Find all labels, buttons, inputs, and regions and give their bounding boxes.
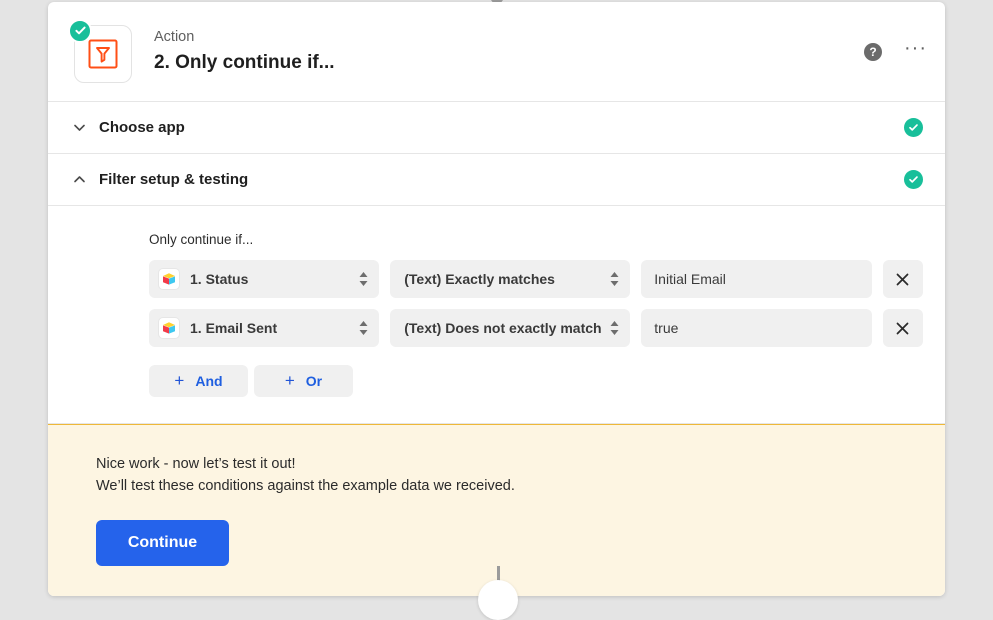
- condition-operator-label: (Text) Exactly matches: [404, 271, 555, 287]
- add-or-condition-button[interactable]: + Or: [254, 365, 353, 397]
- operator-stepper-icon: [609, 318, 620, 338]
- check-circle-icon: [68, 18, 92, 43]
- chevron-up-icon: [72, 172, 94, 187]
- section-header-filter-setup-testing[interactable]: Filter setup & testing: [48, 154, 945, 206]
- only-continue-label: Only continue if...: [149, 232, 254, 247]
- connector-bottom: [0, 566, 993, 620]
- plus-icon: +: [174, 371, 185, 390]
- section-header-choose-app[interactable]: Choose app: [48, 102, 945, 154]
- notice-line-secondary: We’ll test these conditions against the …: [96, 478, 515, 495]
- condition-remove-button[interactable]: [882, 260, 923, 298]
- step-header-texts: Action 2. Only continue if...: [154, 27, 335, 75]
- add-condition-buttons: + And + Or: [149, 365, 923, 397]
- field-stepper-icon: [358, 269, 369, 289]
- filter-condition-row: 1. Status (Text) Exactly matches: [149, 260, 923, 298]
- section-label-filter-setup-testing: Filter setup & testing: [99, 171, 249, 188]
- condition-value-input[interactable]: [641, 260, 872, 298]
- add-and-label: And: [195, 373, 223, 389]
- section-status-check-icon-filter-setup: [904, 170, 923, 189]
- field-stepper-icon: [358, 318, 369, 338]
- operator-stepper-icon: [609, 269, 620, 289]
- condition-field-label: 1. Email Sent: [190, 320, 278, 336]
- notice-line-primary: Nice work - now let’s test it out!: [96, 456, 296, 472]
- condition-operator-label: (Text) Does not exactly match: [404, 320, 602, 336]
- step-kicker: Action: [154, 29, 195, 46]
- next-step-node[interactable]: [478, 580, 518, 620]
- step-title: 2. Only continue if...: [154, 52, 335, 74]
- condition-field-select[interactable]: 1. Email Sent: [149, 309, 380, 347]
- condition-remove-button[interactable]: [882, 309, 923, 347]
- filter-condition-row: 1. Email Sent (Text) Does not exactly ma…: [149, 309, 923, 347]
- plus-icon: +: [284, 371, 295, 390]
- condition-field-select[interactable]: 1. Status: [149, 260, 380, 298]
- step-card-header: Action 2. Only continue if... ? ···: [48, 2, 945, 102]
- add-or-label: Or: [305, 373, 323, 389]
- section-label-choose-app: Choose app: [99, 119, 185, 136]
- condition-field-label: 1. Status: [190, 271, 249, 287]
- add-and-condition-button[interactable]: + And: [149, 365, 248, 397]
- filter-setup-body: Only continue if... 1. Status (Text) Exa…: [48, 206, 945, 424]
- more-options-icon[interactable]: ···: [904, 38, 927, 61]
- app-cube-icon: [158, 268, 180, 290]
- step-icon-wrapper: [68, 18, 132, 83]
- condition-value-input[interactable]: [641, 309, 872, 347]
- condition-operator-select[interactable]: (Text) Does not exactly match: [390, 309, 631, 347]
- step-header-actions: ? ···: [864, 38, 927, 61]
- section-status-check-icon-choose-app: [904, 118, 923, 137]
- continue-button[interactable]: Continue: [96, 519, 229, 566]
- help-icon[interactable]: ?: [864, 42, 883, 61]
- app-cube-icon: [158, 317, 180, 339]
- condition-operator-select[interactable]: (Text) Exactly matches: [390, 260, 631, 298]
- step-card: Action 2. Only continue if... ? ··· Choo…: [48, 2, 945, 596]
- chevron-down-icon: [72, 120, 94, 135]
